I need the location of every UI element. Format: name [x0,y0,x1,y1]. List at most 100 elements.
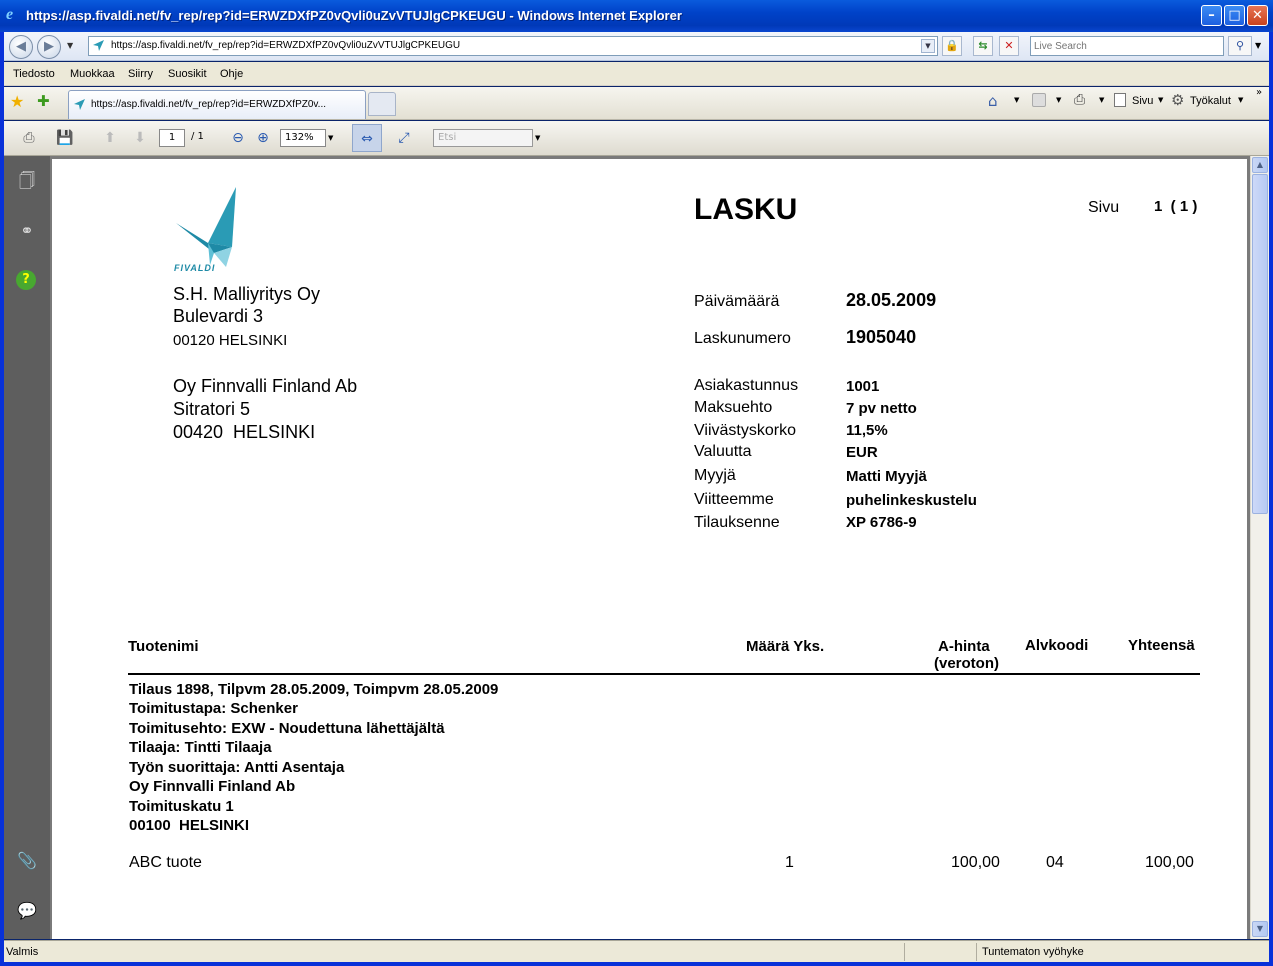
zoom-in-icon[interactable]: ⊕ [251,127,275,149]
menu-file[interactable]: Tiedosto [13,68,55,80]
invoice-title: LASKU [694,193,798,226]
recipient-street: Sitratori 5 [173,399,251,419]
favorites-star-icon[interactable]: ★ [10,92,24,111]
home-icon[interactable]: ⌂ [988,92,998,110]
attachment-paperclip-icon[interactable]: 📎 [16,850,38,872]
column-header-qty-unit: Määrä Yks. [746,638,825,655]
row-total: 100,00 [1145,854,1194,871]
find-field[interactable]: Etsi [433,129,533,147]
column-header-unit-price: A-hinta [938,638,990,655]
invoice-page: FIVALDI LASKU Sivu 1 ( 1 ) S.H. Malliyri… [52,159,1247,939]
detail-label: Maksuehto [694,399,773,416]
zoom-level-field[interactable]: 132% [280,129,326,147]
sender-street: Bulevardi 3 [173,306,264,326]
feeds-dropdown-icon[interactable]: ▼ [1056,96,1061,104]
tools-menu-button[interactable]: Työkalut [1190,95,1231,107]
menu-edit[interactable]: Muokkaa [70,68,115,80]
window-frame-right [1269,32,1273,966]
feeds-icon[interactable] [1032,93,1046,107]
order-info-line: Oy Finnvalli Finland Ab [129,778,296,795]
lock-icon[interactable]: 🔒 [942,36,962,56]
order-info-line: Toimituskatu 1 [129,798,234,815]
new-tab-button[interactable] [368,92,396,116]
window-title: https://asp.fivaldi.net/fv_rep/rep?id=ER… [26,8,682,23]
comments-icon[interactable]: 💬 [16,900,38,922]
chevron-more-icon[interactable]: » [1256,87,1262,98]
url-text: https://asp.fivaldi.net/fv_rep/rep?id=ER… [111,40,461,51]
tab-label: https://asp.fivaldi.net/fv_rep/rep?id=ER… [91,99,327,110]
menu-help[interactable]: Ohje [220,68,243,80]
back-button[interactable]: ◀ [9,35,33,59]
detail-label: Valuutta [694,443,752,460]
print-dropdown-icon[interactable]: ▼ [1099,96,1104,104]
status-separator [904,943,905,961]
menu-favorites[interactable]: Suosikit [168,68,207,80]
menu-go[interactable]: Siirry [128,68,153,80]
order-info-line: Työn suorittaja: Antti Asentaja [129,759,345,776]
url-field[interactable]: https://asp.fivaldi.net/fv_rep/rep?id=ER… [88,36,938,56]
order-info-line: Toimitusehto: EXW - Noudettuna lähettäjä… [129,720,445,737]
home-dropdown-icon[interactable]: ▼ [1014,96,1019,104]
print-icon[interactable]: ⎙ [1074,92,1085,108]
invoice-number-label: Laskunumero [694,330,791,347]
title-bar: e https://asp.fivaldi.net/fv_rep/rep?id=… [0,0,1273,32]
recent-pages-dropdown-icon[interactable]: ▼ [67,41,73,50]
page-menu-icon [1114,93,1126,107]
forward-button[interactable]: ▶ [37,35,61,59]
pdf-print-icon[interactable]: ⎙ [17,127,41,149]
column-header-total: Yhteensä [1128,637,1195,654]
find-dropdown-icon[interactable]: ▼ [535,134,540,142]
url-dropdown-icon[interactable]: ▼ [921,39,935,53]
detail-label: Myyjä [694,467,736,484]
vertical-scrollbar[interactable]: ▲ ▼ [1250,156,1269,939]
add-favorite-icon[interactable]: ✚ [37,92,50,110]
page-total: / 1 [191,131,204,142]
stop-icon[interactable]: ✕ [999,36,1019,56]
page-menu-button[interactable]: Sivu [1132,95,1153,107]
tools-dropdown-icon[interactable]: ▼ [1238,96,1243,104]
security-zone: Tuntematon vyöhyke [982,946,1084,958]
scroll-up-arrow-icon[interactable]: ▲ [1252,157,1268,173]
column-header-product: Tuotenimi [128,638,199,655]
pages-icon[interactable]: 🗍 [16,170,38,192]
window-frame-bottom [0,962,1273,966]
scrollbar-thumb[interactable] [1252,174,1268,514]
minimize-button[interactable]: – [1201,5,1222,26]
internet-explorer-icon: e [6,6,14,23]
close-button[interactable]: ✕ [1247,5,1268,26]
scroll-down-arrow-icon[interactable]: ▼ [1252,921,1268,937]
detail-label: Asiakastunnus [694,377,799,394]
sender-name: S.H. Malliyritys Oy [173,284,321,304]
search-icon[interactable]: ⚲ [1228,36,1252,56]
page-number-field[interactable]: 1 [159,129,185,147]
column-header-unit-price-sub: (veroton) [934,655,999,672]
pdf-navigation-pane: 🗍 ⚭ ? 📎 💬 [4,156,50,939]
date-value: 28.05.2009 [846,290,937,310]
pdf-save-icon[interactable]: 💾 [53,127,77,149]
status-bar: Valmis Tuntematon vyöhyke [4,940,1269,962]
tab-current[interactable]: https://asp.fivaldi.net/fv_rep/rep?id=ER… [68,90,366,119]
detail-value: Matti Myyjä [846,468,927,485]
previous-page-icon[interactable]: ⬆ [98,127,122,149]
maximize-button[interactable]: □ [1224,5,1245,26]
pdf-toolbar: ⎙ 💾 ⬆ ⬇ 1 / 1 ⊖ ⊕ 132% ▼ ⇔ ⤢ Etsi ▼ [4,121,1269,156]
fit-page-icon[interactable]: ⤢ [392,127,416,149]
zoom-dropdown-icon[interactable]: ▼ [328,134,333,142]
detail-value: puhelinkeskustelu [846,492,977,509]
help-icon[interactable]: ? [16,270,36,290]
zoom-out-icon[interactable]: ⊖ [226,127,250,149]
status-text: Valmis [6,946,39,958]
order-info-line: Toimitustapa: Schenker [129,700,298,717]
search-field[interactable] [1030,36,1224,56]
table-row: ABC tuote 1 100,00 04 100,00 [52,854,1247,876]
refresh-icon[interactable]: ⇆ [973,36,993,56]
page-menu-dropdown-icon[interactable]: ▼ [1158,96,1163,104]
page-label: Sivu [1088,199,1120,216]
binoculars-icon[interactable]: ⚭ [16,220,38,242]
fit-width-icon[interactable]: ⇔ [352,124,382,152]
next-page-icon[interactable]: ⬇ [128,127,152,149]
search-options-dropdown-icon[interactable]: ▼ [1255,41,1261,50]
date-label: Päivämäärä [694,293,780,310]
search-input[interactable] [1031,37,1223,55]
page-value: 1 ( 1 ) [1154,198,1198,215]
